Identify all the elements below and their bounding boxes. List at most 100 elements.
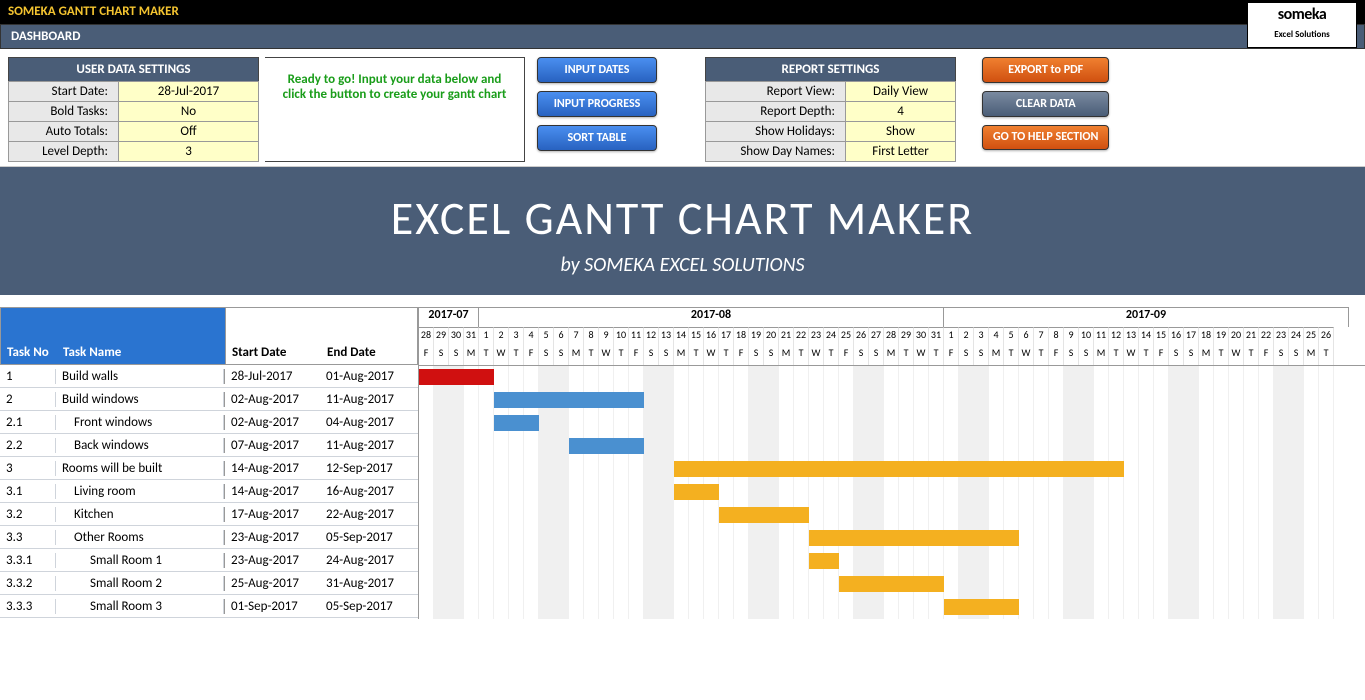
- day-number: 3: [509, 327, 524, 346]
- dashboard-bar: DASHBOARD: [0, 24, 1365, 49]
- day-number: 31: [929, 327, 944, 346]
- day-name: S: [1079, 346, 1094, 365]
- day-number: 14: [1139, 327, 1154, 346]
- day-number: 15: [1154, 327, 1169, 346]
- task-name-cell: Other Rooms: [56, 530, 224, 545]
- setting-value[interactable]: 28-Jul-2017: [119, 82, 259, 102]
- day-number: 25: [839, 327, 854, 346]
- day-number: 18: [1199, 327, 1214, 346]
- task-row[interactable]: 3Rooms will be built14-Aug-201712-Sep-20…: [0, 457, 418, 480]
- task-start-cell: 02-Aug-2017: [224, 415, 320, 430]
- gantt-bar[interactable]: [839, 576, 944, 592]
- task-row[interactable]: 3.3.1Small Room 123-Aug-201724-Aug-2017: [0, 549, 418, 572]
- day-name: T: [824, 346, 839, 365]
- setting-value[interactable]: Off: [119, 122, 259, 142]
- banner-subtitle: by SOMEKA EXCEL SOLUTIONS: [0, 253, 1365, 277]
- day-name: W: [494, 346, 509, 365]
- setting-value[interactable]: 3: [119, 142, 259, 162]
- task-row[interactable]: 3.2Kitchen17-Aug-201722-Aug-2017: [0, 503, 418, 526]
- timeline-row: [419, 366, 1365, 389]
- task-row[interactable]: 3.1Living room14-Aug-201716-Aug-2017: [0, 480, 418, 503]
- gantt-bar[interactable]: [809, 553, 839, 569]
- day-name: F: [734, 346, 749, 365]
- gantt-bar[interactable]: [494, 415, 539, 431]
- user-settings-title: USER DATA SETTINGS: [9, 58, 259, 82]
- day-number: 5: [1004, 327, 1019, 346]
- day-name: M: [1199, 346, 1214, 365]
- header-start-date: Start Date: [225, 308, 321, 364]
- task-row[interactable]: 2.2Back windows07-Aug-201711-Aug-2017: [0, 434, 418, 457]
- setting-value[interactable]: Daily View: [846, 82, 956, 102]
- gantt-bar[interactable]: [719, 507, 809, 523]
- task-no-cell: 3.3.1: [0, 553, 56, 568]
- day-name: S: [1169, 346, 1184, 365]
- gantt-bar[interactable]: [944, 599, 1019, 615]
- day-number: 19: [1214, 327, 1229, 346]
- setting-value[interactable]: 4: [846, 102, 956, 122]
- setting-value[interactable]: No: [119, 102, 259, 122]
- setting-label: Report View:: [706, 82, 846, 102]
- day-number: 12: [1109, 327, 1124, 346]
- task-columns: Task No Task Name Start Date End Date 1B…: [0, 307, 418, 619]
- day-name: S: [539, 346, 554, 365]
- input-dates-button[interactable]: INPUT DATES: [537, 57, 657, 83]
- day-number: 19: [749, 327, 764, 346]
- task-row[interactable]: 3.3Other Rooms23-Aug-201705-Sep-2017: [0, 526, 418, 549]
- gantt-bar[interactable]: [569, 438, 644, 454]
- day-name: T: [1214, 346, 1229, 365]
- day-number: 21: [1244, 327, 1259, 346]
- gantt-bar[interactable]: [809, 530, 1019, 546]
- task-row[interactable]: 3.3.2Small Room 225-Aug-201731-Aug-2017: [0, 572, 418, 595]
- task-row[interactable]: 3.3.3Small Room 301-Sep-201705-Sep-2017: [0, 595, 418, 618]
- day-name: F: [1259, 346, 1274, 365]
- day-number: 8: [584, 327, 599, 346]
- clear-data-button[interactable]: CLEAR DATA: [982, 91, 1109, 117]
- day-name: W: [1019, 346, 1034, 365]
- task-start-cell: 02-Aug-2017: [224, 392, 320, 407]
- input-progress-button[interactable]: INPUT PROGRESS: [537, 91, 657, 117]
- day-number: 16: [1169, 327, 1184, 346]
- day-name: S: [764, 346, 779, 365]
- task-row[interactable]: 1Build walls28-Jul-201701-Aug-2017: [0, 365, 418, 388]
- task-no-cell: 2.2: [0, 438, 56, 453]
- task-end-cell: 22-Aug-2017: [320, 507, 416, 522]
- user-settings-table: USER DATA SETTINGS Start Date:28-Jul-201…: [8, 57, 259, 162]
- day-name: M: [1094, 346, 1109, 365]
- day-name: S: [959, 346, 974, 365]
- task-no-cell: 3.3: [0, 530, 56, 545]
- gantt-bar[interactable]: [674, 461, 1124, 477]
- day-number: 1: [944, 327, 959, 346]
- day-name: F: [839, 346, 854, 365]
- day-name: M: [884, 346, 899, 365]
- task-end-cell: 16-Aug-2017: [320, 484, 416, 499]
- day-number: 11: [1094, 327, 1109, 346]
- header-task-no: Task No: [1, 341, 57, 364]
- banner-title: EXCEL GANTT CHART MAKER: [0, 191, 1365, 247]
- task-name-cell: Rooms will be built: [56, 461, 224, 476]
- day-number: 7: [1034, 327, 1049, 346]
- day-name: T: [1109, 346, 1124, 365]
- day-name: S: [434, 346, 449, 365]
- gantt-bar[interactable]: [419, 369, 494, 385]
- gantt-bar[interactable]: [674, 484, 719, 500]
- task-no-cell: 3.3.2: [0, 576, 56, 591]
- setting-value[interactable]: Show: [846, 122, 956, 142]
- setting-value[interactable]: First Letter: [846, 142, 956, 162]
- day-number: 26: [1319, 327, 1334, 346]
- help-section-button[interactable]: GO TO HELP SECTION: [982, 125, 1109, 150]
- task-row[interactable]: 2Build windows02-Aug-201711-Aug-2017: [0, 388, 418, 411]
- gantt-bar[interactable]: [494, 392, 644, 408]
- day-number: 16: [704, 327, 719, 346]
- logo: someka Excel Solutions: [1247, 2, 1357, 48]
- day-number: 12: [644, 327, 659, 346]
- task-end-cell: 04-Aug-2017: [320, 415, 416, 430]
- task-no-cell: 3.2: [0, 507, 56, 522]
- day-name: T: [794, 346, 809, 365]
- export-pdf-button[interactable]: EXPORT to PDF: [982, 57, 1109, 83]
- task-row[interactable]: 2.1Front windows02-Aug-201704-Aug-2017: [0, 411, 418, 434]
- sort-table-button[interactable]: SORT TABLE: [537, 125, 657, 151]
- day-number: 8: [1049, 327, 1064, 346]
- day-number: 2: [494, 327, 509, 346]
- task-no-cell: 1: [0, 369, 56, 384]
- day-name: T: [584, 346, 599, 365]
